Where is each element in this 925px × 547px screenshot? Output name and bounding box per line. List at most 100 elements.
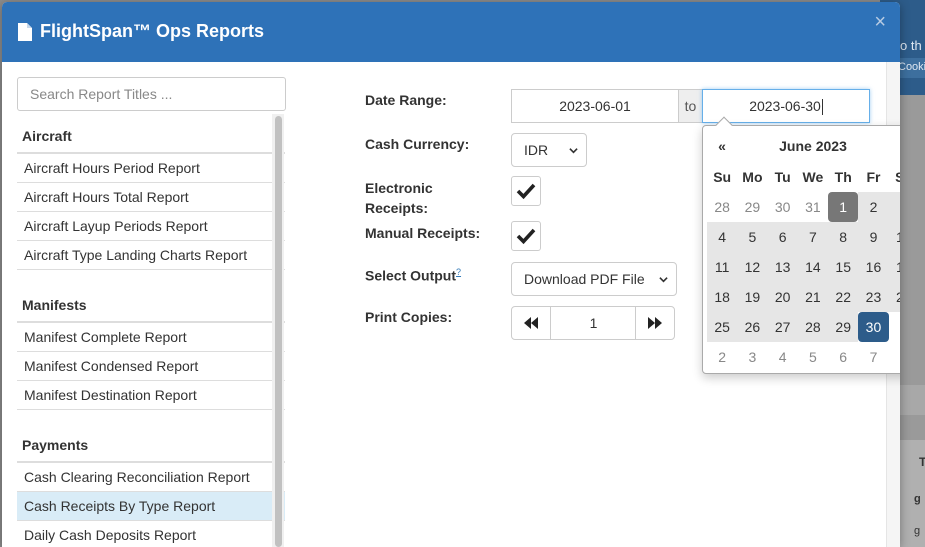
print-copies-label: Print Copies: [365, 309, 453, 325]
report-item[interactable]: Aircraft Type Landing Charts Report [17, 241, 285, 270]
increase-copies-button[interactable] [635, 306, 675, 340]
next-month-button[interactable]: » [889, 138, 900, 154]
report-item[interactable]: Manifest Condensed Report [17, 352, 285, 381]
day-cell[interactable]: 9 [858, 222, 889, 252]
day-cell[interactable]: 11 [707, 252, 738, 282]
weekday-label: We [802, 169, 824, 185]
day-cell[interactable]: 6 [767, 222, 798, 252]
report-item[interactable]: Aircraft Hours Total Report [17, 183, 285, 212]
day-cell[interactable]: 2 [858, 192, 889, 222]
copies-input[interactable]: 1 [551, 306, 636, 340]
day-cell[interactable]: 16 [858, 252, 889, 282]
date-to-input[interactable]: 2023-06-30 [702, 89, 870, 123]
output-value: Download PDF File [524, 271, 645, 287]
scrollbar[interactable] [272, 114, 284, 547]
prev-month-button[interactable]: « [707, 138, 737, 154]
day-cell[interactable]: 30 [858, 312, 889, 342]
day-cell[interactable]: 7 [797, 222, 829, 252]
report-item[interactable]: Aircraft Hours Period Report [17, 154, 285, 183]
day-cell[interactable]: 27 [767, 312, 798, 342]
day-cell[interactable]: 10 [888, 222, 900, 252]
weekday-label: Mo [742, 169, 763, 185]
day-cell[interactable]: 28 [797, 312, 829, 342]
day-cell[interactable]: 4 [707, 222, 738, 252]
scrollbar-thumb[interactable] [275, 116, 282, 547]
select-output-label: Select Output? [365, 262, 461, 286]
day-cell[interactable]: 4 [768, 342, 798, 372]
day-cell[interactable]: 12 [737, 252, 768, 282]
manual-receipts-label: Manual Receipts: [365, 225, 481, 241]
week-row: 45678910 [707, 222, 900, 252]
day-cell[interactable]: 3 [888, 192, 900, 222]
checkmark-icon [516, 228, 536, 245]
day-cell[interactable]: 29 [828, 312, 859, 342]
report-list: Aircraft Aircraft Hours Period Report Airc… [17, 114, 285, 547]
electronic-receipts-label-line2: Receipts: [365, 200, 429, 216]
day-cell[interactable]: 8 [828, 222, 859, 252]
search-input[interactable] [17, 77, 286, 111]
week-row: 11121314151617 [707, 252, 900, 282]
weekday-label: Tu [774, 169, 791, 185]
date-range-label: Date Range: [365, 92, 447, 108]
weekday-label: Sa [895, 169, 900, 185]
datepicker-popup: « June 2023 » SuMoTuWeThFrSa282930311234… [702, 116, 900, 374]
day-cell[interactable]: 29 [737, 192, 767, 222]
report-item[interactable]: Manifest Destination Report [17, 381, 285, 410]
help-icon[interactable]: ? [456, 267, 461, 277]
electronic-receipts-label: Electronic Receipts: [365, 178, 433, 218]
weekday-label: Fr [866, 169, 881, 185]
background-text: o th [900, 38, 922, 53]
day-cell[interactable]: 28 [707, 192, 737, 222]
currency-select[interactable]: IDR [511, 133, 587, 167]
report-item[interactable]: Cash Clearing Reconciliation Report [17, 463, 285, 492]
day-cell[interactable]: 6 [828, 342, 858, 372]
day-cell[interactable]: 22 [828, 282, 859, 312]
modal-title: FlightSpan™ Ops Reports [18, 21, 264, 42]
report-group-title: Manifests [17, 282, 285, 323]
day-cell[interactable]: 25 [707, 312, 738, 342]
modal-header: FlightSpan™ Ops Reports × [2, 2, 900, 62]
date-from-input[interactable]: 2023-06-01 [511, 89, 679, 123]
report-item[interactable]: Cash Receipts By Type Report [17, 492, 285, 521]
week-row: 18192021222324 [707, 282, 900, 312]
datepicker-grid: SuMoTuWeThFrSa28293031123456789101112131… [707, 162, 900, 372]
day-cell[interactable]: 13 [767, 252, 798, 282]
day-cell[interactable]: 5 [798, 342, 828, 372]
day-cell[interactable]: 2 [707, 342, 737, 372]
report-item[interactable]: Manifest Complete Report [17, 323, 285, 352]
day-cell[interactable]: 1 [828, 192, 859, 222]
month-label[interactable]: June 2023 [737, 138, 889, 154]
day-cell[interactable]: 8 [889, 342, 901, 372]
report-item[interactable]: Aircraft Layup Periods Report [17, 212, 285, 241]
day-cell[interactable]: 17 [888, 252, 900, 282]
chevron-down-icon [569, 148, 578, 154]
day-cell[interactable]: 15 [828, 252, 859, 282]
output-select[interactable]: Download PDF File [511, 262, 677, 296]
electronic-receipts-label-line1: Electronic [365, 180, 433, 196]
modal-title-text: FlightSpan™ Ops Reports [40, 21, 265, 41]
day-cell[interactable]: 26 [737, 312, 768, 342]
datepicker-header: « June 2023 » [707, 134, 900, 158]
day-cell[interactable]: 14 [797, 252, 829, 282]
day-cell[interactable]: 7 [858, 342, 888, 372]
day-cell[interactable]: 3 [737, 342, 767, 372]
close-icon[interactable]: × [874, 12, 886, 32]
day-cell[interactable]: 21 [797, 282, 829, 312]
modal-body: AircraftAircraft Hours Period ReportAirc… [2, 62, 900, 547]
decrease-copies-button[interactable] [511, 306, 551, 340]
day-cell[interactable]: 23 [858, 282, 889, 312]
document-icon [18, 22, 32, 41]
day-cell[interactable]: 1 [889, 312, 901, 342]
day-cell[interactable]: 24 [888, 282, 900, 312]
reports-modal: FlightSpan™ Ops Reports × AircraftAircra… [2, 2, 900, 547]
day-cell[interactable]: 20 [767, 282, 798, 312]
report-item[interactable]: Daily Cash Deposits Report [17, 521, 285, 547]
manual-receipts-checkbox[interactable] [511, 221, 541, 251]
electronic-receipts-checkbox[interactable] [511, 176, 541, 206]
day-cell[interactable]: 18 [707, 282, 738, 312]
day-cell[interactable]: 30 [768, 192, 798, 222]
day-cell[interactable]: 19 [737, 282, 768, 312]
day-cell[interactable]: 5 [737, 222, 768, 252]
day-cell[interactable]: 31 [798, 192, 828, 222]
